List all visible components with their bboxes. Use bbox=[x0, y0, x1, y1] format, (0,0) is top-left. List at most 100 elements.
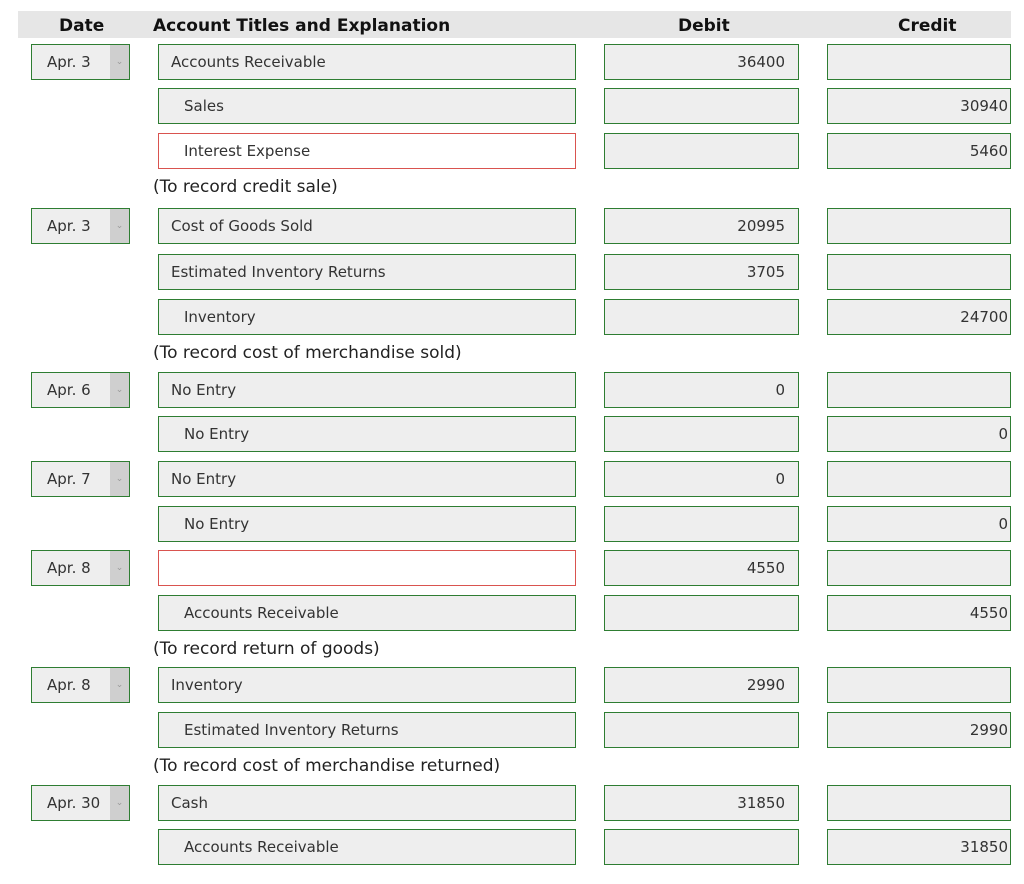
account-title-value: Accounts Receivable bbox=[184, 604, 339, 622]
credit-field[interactable]: 31850 bbox=[827, 829, 1011, 865]
date-value: Apr. 30 bbox=[47, 794, 101, 812]
account-title-value: Cost of Goods Sold bbox=[171, 217, 313, 235]
credit-value: 5460 bbox=[969, 142, 1008, 160]
credit-field[interactable] bbox=[827, 667, 1011, 703]
date-select[interactable]: Apr. 30 ⌄ bbox=[31, 785, 130, 821]
account-title-field[interactable]: No Entry bbox=[158, 506, 576, 542]
chevron-down-icon[interactable]: ⌄ bbox=[110, 786, 129, 820]
account-title-field[interactable]: Cash bbox=[158, 785, 576, 821]
debit-field[interactable] bbox=[604, 88, 799, 124]
debit-value: 3705 bbox=[746, 263, 785, 281]
credit-field[interactable] bbox=[827, 550, 1011, 586]
credit-field[interactable] bbox=[827, 254, 1011, 290]
account-title-field[interactable]: No Entry bbox=[158, 372, 576, 408]
header-date: Date bbox=[59, 16, 105, 36]
debit-value: 2990 bbox=[746, 676, 785, 694]
account-title-field[interactable]: Accounts Receivable bbox=[158, 829, 576, 865]
date-select[interactable]: Apr. 3 ⌄ bbox=[31, 208, 130, 244]
account-title-value: Cash bbox=[171, 794, 208, 812]
account-title-value: Inventory bbox=[171, 676, 243, 694]
date-value: Apr. 7 bbox=[47, 470, 91, 488]
debit-value: 31850 bbox=[737, 794, 785, 812]
credit-value: 0 bbox=[998, 425, 1008, 443]
account-title-field[interactable]: Accounts Receivable bbox=[158, 595, 576, 631]
account-title-value: Interest Expense bbox=[184, 142, 311, 160]
account-title-value: Estimated Inventory Returns bbox=[184, 721, 399, 739]
chevron-down-icon[interactable]: ⌄ bbox=[110, 551, 129, 585]
credit-field[interactable] bbox=[827, 372, 1011, 408]
debit-field[interactable] bbox=[604, 506, 799, 542]
debit-value: 36400 bbox=[737, 53, 785, 71]
account-title-value: No Entry bbox=[171, 470, 237, 488]
credit-value: 2990 bbox=[969, 721, 1008, 739]
account-title-value: No Entry bbox=[171, 381, 237, 399]
date-select[interactable]: Apr. 8 ⌄ bbox=[31, 667, 130, 703]
credit-field[interactable] bbox=[827, 461, 1011, 497]
credit-value: 31850 bbox=[960, 838, 1008, 856]
chevron-down-icon[interactable]: ⌄ bbox=[110, 668, 129, 702]
debit-field[interactable]: 0 bbox=[604, 461, 799, 497]
date-select[interactable]: Apr. 3 ⌄ bbox=[31, 44, 130, 80]
credit-field[interactable] bbox=[827, 44, 1011, 80]
header-account-titles: Account Titles and Explanation bbox=[153, 16, 451, 36]
debit-field[interactable] bbox=[604, 712, 799, 748]
chevron-down-icon[interactable]: ⌄ bbox=[110, 373, 129, 407]
credit-field[interactable]: 0 bbox=[827, 506, 1011, 542]
account-title-field[interactable]: Inventory bbox=[158, 299, 576, 335]
journal-entry-form: Date Account Titles and Explanation Debi… bbox=[0, 0, 1024, 884]
debit-field[interactable]: 20995 bbox=[604, 208, 799, 244]
account-title-value: Accounts Receivable bbox=[184, 838, 339, 856]
debit-field[interactable] bbox=[604, 133, 799, 169]
account-title-field[interactable]: Cost of Goods Sold bbox=[158, 208, 576, 244]
credit-field[interactable]: 5460 bbox=[827, 133, 1011, 169]
account-title-value: No Entry bbox=[184, 425, 250, 443]
debit-field[interactable] bbox=[604, 595, 799, 631]
chevron-down-icon[interactable]: ⌄ bbox=[110, 209, 129, 243]
account-title-field[interactable]: Estimated Inventory Returns bbox=[158, 254, 576, 290]
entry-explanation: (To record return of goods) bbox=[153, 639, 380, 659]
chevron-down-icon[interactable]: ⌄ bbox=[110, 45, 129, 79]
debit-value: 0 bbox=[775, 470, 785, 488]
account-title-value: Estimated Inventory Returns bbox=[171, 263, 386, 281]
chevron-down-icon[interactable]: ⌄ bbox=[110, 462, 129, 496]
credit-value: 4550 bbox=[969, 604, 1008, 622]
account-title-value: Accounts Receivable bbox=[171, 53, 326, 71]
credit-field[interactable]: 4550 bbox=[827, 595, 1011, 631]
debit-field[interactable]: 31850 bbox=[604, 785, 799, 821]
account-title-value: No Entry bbox=[184, 515, 250, 533]
credit-field[interactable]: 24700 bbox=[827, 299, 1011, 335]
account-title-field[interactable]: No Entry bbox=[158, 416, 576, 452]
date-select[interactable]: Apr. 6 ⌄ bbox=[31, 372, 130, 408]
credit-field[interactable] bbox=[827, 208, 1011, 244]
header-debit: Debit bbox=[678, 16, 730, 36]
account-title-field[interactable]: Estimated Inventory Returns bbox=[158, 712, 576, 748]
header-credit: Credit bbox=[898, 16, 957, 36]
account-title-field[interactable]: No Entry bbox=[158, 461, 576, 497]
debit-field[interactable]: 4550 bbox=[604, 550, 799, 586]
debit-field[interactable] bbox=[604, 299, 799, 335]
account-title-field[interactable]: Accounts Receivable bbox=[158, 44, 576, 80]
debit-field[interactable]: 36400 bbox=[604, 44, 799, 80]
date-value: Apr. 3 bbox=[47, 53, 91, 71]
date-value: Apr. 8 bbox=[47, 559, 91, 577]
debit-field[interactable]: 0 bbox=[604, 372, 799, 408]
credit-field[interactable]: 30940 bbox=[827, 88, 1011, 124]
debit-field[interactable]: 3705 bbox=[604, 254, 799, 290]
entry-explanation: (To record cost of merchandise sold) bbox=[153, 343, 462, 363]
account-title-field[interactable]: Inventory bbox=[158, 667, 576, 703]
debit-field[interactable] bbox=[604, 416, 799, 452]
account-title-value: Sales bbox=[184, 97, 224, 115]
account-title-field[interactable]: Sales bbox=[158, 88, 576, 124]
debit-value: 4550 bbox=[746, 559, 785, 577]
credit-field[interactable] bbox=[827, 785, 1011, 821]
entry-explanation: (To record credit sale) bbox=[153, 177, 338, 197]
debit-field[interactable]: 2990 bbox=[604, 667, 799, 703]
date-select[interactable]: Apr. 7 ⌄ bbox=[31, 461, 130, 497]
credit-field[interactable]: 2990 bbox=[827, 712, 1011, 748]
account-title-field[interactable] bbox=[158, 550, 576, 586]
credit-value: 30940 bbox=[960, 97, 1008, 115]
date-select[interactable]: Apr. 8 ⌄ bbox=[31, 550, 130, 586]
account-title-field[interactable]: Interest Expense bbox=[158, 133, 576, 169]
debit-field[interactable] bbox=[604, 829, 799, 865]
credit-field[interactable]: 0 bbox=[827, 416, 1011, 452]
